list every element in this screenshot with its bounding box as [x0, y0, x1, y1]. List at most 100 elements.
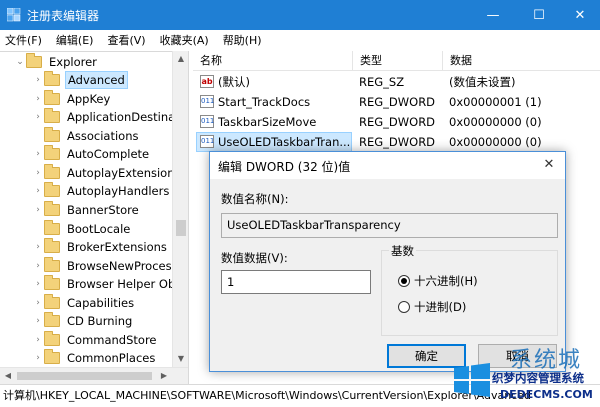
- watermark: 系统城 织梦内容管理系统 DEDECMS.COM: [452, 330, 598, 406]
- chevron-right-icon[interactable]: ›: [32, 316, 44, 326]
- folder-icon: [44, 71, 60, 87]
- registry-tree[interactable]: ⌄ Explorer › Advanced › AppKey › Applica…: [0, 51, 188, 367]
- maximize-button[interactable]: ☐: [516, 0, 562, 30]
- chevron-right-icon[interactable]: ›: [32, 261, 44, 271]
- tree-item[interactable]: › CommonPlaces: [32, 349, 157, 367]
- column-header-name[interactable]: 名称: [193, 51, 353, 71]
- string-value-icon: ab: [200, 75, 214, 88]
- chevron-right-icon[interactable]: ›: [32, 112, 44, 122]
- list-row[interactable]: 011 TaskbarSizeMove REG_DWORD 0x00000000…: [193, 112, 600, 132]
- tree-item[interactable]: › ApplicationDestinat: [32, 108, 182, 127]
- value-name: Start_TrackDocs: [218, 95, 311, 109]
- value-name-label: 数值名称(N):: [221, 192, 289, 206]
- tree-item[interactable]: Associations: [32, 127, 140, 146]
- tree-item-label: Advanced: [65, 71, 128, 90]
- tree-item[interactable]: › AutoComplete: [32, 145, 151, 164]
- chevron-right-icon[interactable]: ›: [32, 94, 44, 104]
- tree-horizontal-scrollbar[interactable]: ◀ ▶: [0, 367, 188, 384]
- menu-edit[interactable]: 编辑(E): [49, 30, 101, 51]
- folder-icon: [44, 331, 60, 347]
- radio-button-checked[interactable]: [398, 275, 410, 287]
- chevron-right-icon[interactable]: ›: [32, 75, 44, 85]
- value-type: REG_SZ: [359, 75, 405, 89]
- list-row[interactable]: 011 Start_TrackDocs REG_DWORD 0x00000001…: [193, 92, 600, 112]
- tree-item[interactable]: › CommandStore: [32, 331, 159, 350]
- tree-vertical-scrollbar[interactable]: ▲ ▼: [172, 51, 188, 367]
- chevron-right-icon[interactable]: ›: [32, 298, 44, 308]
- value-data-label: 数值数据(V):: [221, 251, 288, 265]
- chevron-right-icon[interactable]: ›: [32, 242, 44, 252]
- watermark-url: DEDECMS.COM: [500, 388, 593, 401]
- tree-item-label: Explorer: [49, 55, 97, 70]
- tree-item-label: Capabilities: [67, 296, 135, 311]
- folder-icon: [44, 312, 60, 328]
- chevron-right-icon[interactable]: ›: [32, 205, 44, 215]
- close-icon[interactable]: ✕: [539, 156, 559, 174]
- value-data: 0x00000001 (1): [449, 95, 542, 109]
- tree-item[interactable]: › CD Burning: [32, 312, 134, 331]
- folder-icon: [44, 90, 60, 106]
- chevron-right-icon[interactable]: ›: [32, 168, 44, 178]
- scroll-right-icon[interactable]: ▶: [156, 368, 172, 384]
- tree-item[interactable]: › AppKey: [32, 90, 112, 109]
- tree-item-label: Browser Helper Ob: [67, 277, 176, 292]
- radio-button[interactable]: [398, 301, 410, 313]
- value-type: REG_DWORD: [359, 135, 436, 149]
- folder-icon: [44, 182, 60, 198]
- folder-icon: [44, 145, 60, 161]
- dword-value-icon: 011: [200, 115, 214, 128]
- value-name: UseOLEDTaskbarTran...: [218, 135, 351, 149]
- chevron-right-icon[interactable]: ›: [32, 279, 44, 289]
- column-header-type[interactable]: 类型: [353, 51, 443, 71]
- radix-label: 基数: [389, 243, 416, 259]
- value-data: (数值未设置): [449, 75, 516, 89]
- menu-file[interactable]: 文件(F): [0, 30, 49, 51]
- tree-item-label: AutoplayHandlers: [67, 184, 170, 199]
- tree-item[interactable]: › Capabilities: [32, 294, 136, 313]
- radio-label: 十六进制(H): [414, 274, 478, 288]
- radix-groupbox: 基数 十六进制(H) 十进制(D): [381, 243, 558, 336]
- tree-item[interactable]: › AutoplayHandlers: [32, 182, 171, 201]
- chevron-right-icon[interactable]: ›: [32, 353, 44, 363]
- menu-favorites[interactable]: 收藏夹(A): [153, 30, 216, 51]
- list-header: 名称 类型 数据: [193, 51, 600, 71]
- tree-item-label: Associations: [67, 129, 139, 144]
- scroll-up-icon[interactable]: ▲: [173, 51, 189, 67]
- minimize-button[interactable]: —: [470, 0, 516, 30]
- tree-item-label: BrokerExtensions: [67, 240, 167, 255]
- tree-item[interactable]: › BrowseNewProcess: [32, 257, 180, 276]
- list-row-selected[interactable]: 011 UseOLEDTaskbarTran... REG_DWORD 0x00…: [193, 132, 600, 152]
- close-button[interactable]: ✕: [560, 0, 600, 30]
- scroll-left-icon[interactable]: ◀: [0, 368, 16, 384]
- folder-icon: [44, 220, 60, 236]
- list-row[interactable]: ab (默认) REG_SZ (数值未设置): [193, 72, 600, 92]
- value-data-input[interactable]: 1: [221, 270, 371, 294]
- column-header-data[interactable]: 数据: [443, 51, 600, 71]
- regedit-app-icon: [7, 8, 21, 22]
- radio-hexadecimal[interactable]: 十六进制(H): [398, 273, 478, 289]
- menu-view[interactable]: 查看(V): [100, 30, 152, 51]
- dialog-title: 编辑 DWORD (32 位)值: [218, 160, 351, 174]
- chevron-right-icon[interactable]: ›: [32, 335, 44, 345]
- scrollbar-thumb[interactable]: [176, 220, 186, 236]
- tree-item[interactable]: › AutoplayExtensions: [32, 164, 183, 183]
- radio-label: 十进制(D): [414, 300, 467, 314]
- folder-icon: [44, 108, 60, 124]
- tree-item[interactable]: › BannerStore: [32, 201, 141, 220]
- folder-icon: [44, 164, 60, 180]
- chevron-right-icon[interactable]: ›: [32, 149, 44, 159]
- tree-item-label: AutoplayExtensions: [67, 166, 181, 181]
- chevron-down-icon[interactable]: ⌄: [14, 57, 26, 67]
- tree-item[interactable]: › BrokerExtensions: [32, 238, 169, 257]
- scroll-down-icon[interactable]: ▼: [173, 351, 189, 367]
- tree-item-label: CommandStore: [67, 333, 157, 348]
- tree-item-advanced[interactable]: › Advanced: [32, 71, 128, 90]
- folder-icon: [44, 349, 60, 365]
- chevron-right-icon[interactable]: ›: [32, 186, 44, 196]
- tree-item[interactable]: BootLocale: [32, 220, 132, 239]
- radio-decimal[interactable]: 十进制(D): [398, 299, 466, 315]
- menu-help[interactable]: 帮助(H): [216, 30, 269, 51]
- tree-item[interactable]: › Browser Helper Ob: [32, 275, 177, 294]
- scrollbar-thumb[interactable]: [17, 372, 152, 380]
- tree-item-explorer[interactable]: ⌄ Explorer: [14, 53, 99, 72]
